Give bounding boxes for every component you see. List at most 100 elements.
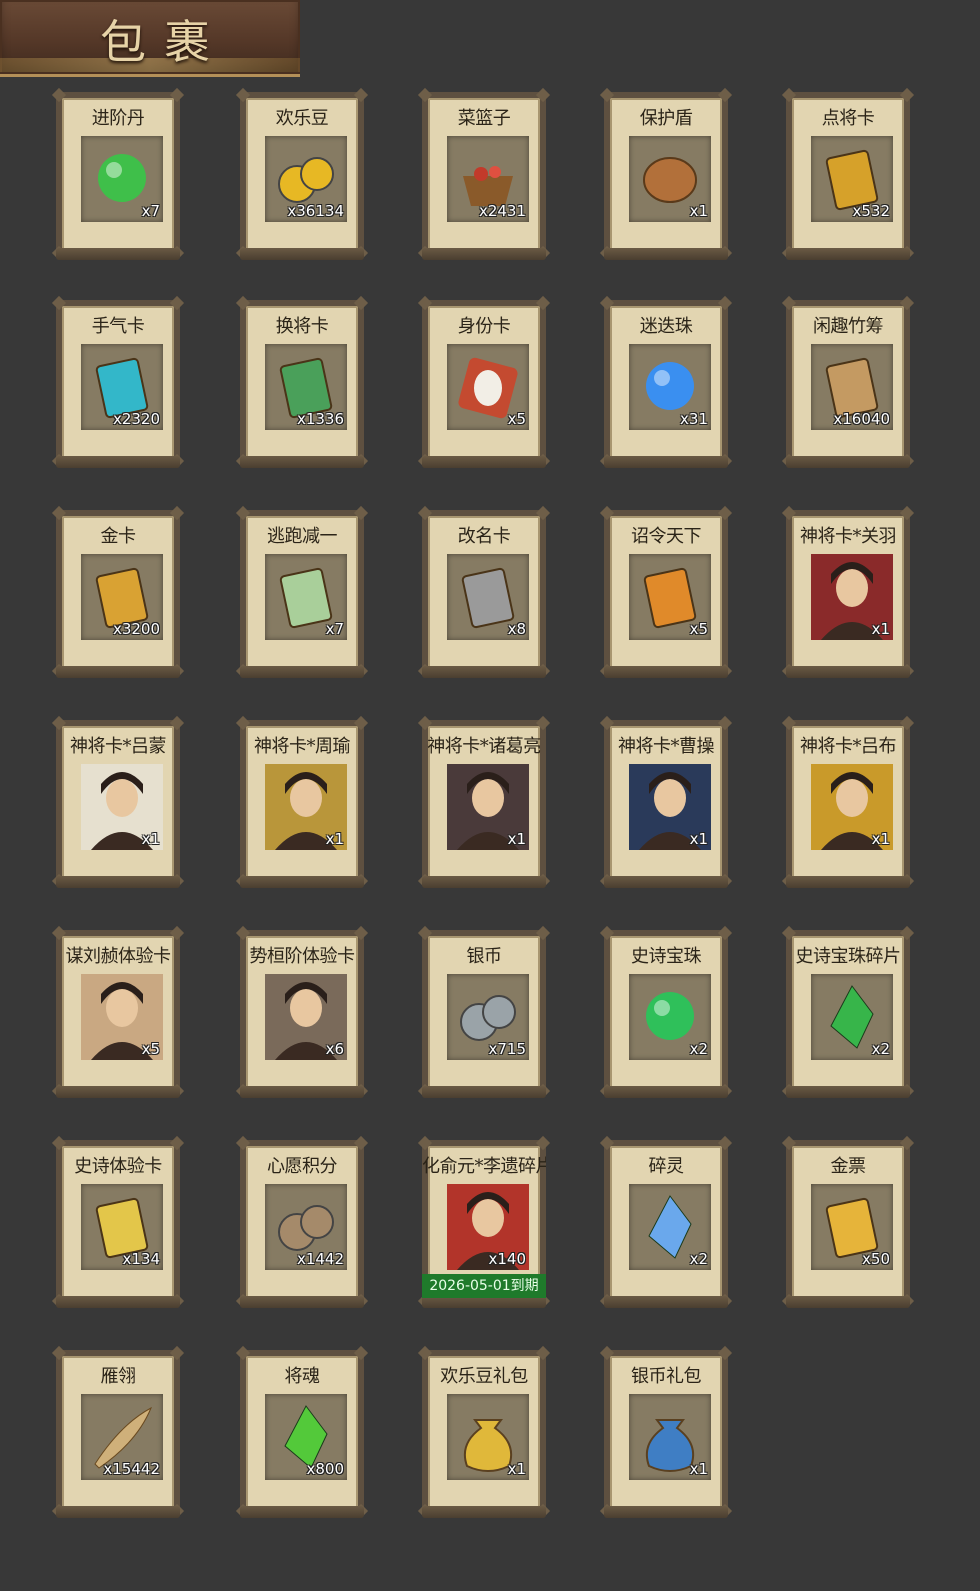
item-quantity: x8 xyxy=(507,620,526,638)
item-quantity: x3200 xyxy=(112,620,160,638)
item-name: 将魂 xyxy=(284,1366,321,1387)
item-quantity: x1 xyxy=(689,830,708,848)
expiry-badge: 2026-05-01到期 xyxy=(422,1274,546,1298)
huan-jie-portrait-icon: x6 xyxy=(265,974,347,1060)
card-corner-ornament xyxy=(353,715,369,731)
card-corner-ornament xyxy=(599,87,615,103)
item-card[interactable]: 史诗体验卡 x134 xyxy=(51,1135,185,1309)
item-card[interactable]: 势桓阶体验卡 x6 xyxy=(235,925,369,1099)
item-card[interactable]: 雁翎 x15442 xyxy=(51,1345,185,1519)
item-card[interactable]: 身份卡 x5 xyxy=(417,295,551,469)
item-name: 谋刘赪体验卡 xyxy=(65,946,172,967)
card-corner-ornament xyxy=(599,505,615,521)
item-quantity: x1 xyxy=(871,620,890,638)
card-corner-ornament xyxy=(417,87,433,103)
item-card[interactable]: 碎灵 x2 xyxy=(599,1135,733,1309)
item-card[interactable]: 神将卡*诸葛亮 x1 xyxy=(417,715,551,889)
item-card[interactable]: 诏令天下 x5 xyxy=(599,505,733,679)
bamboo-tally-icon: x16040 xyxy=(811,344,893,430)
item-card[interactable]: 神将卡*曹操 x1 xyxy=(599,715,733,889)
card-corner-ornament xyxy=(781,715,797,731)
item-card[interactable]: 银币 x715 xyxy=(417,925,551,1099)
item-card[interactable]: 逃跑减一 x7 xyxy=(235,505,369,679)
item-card[interactable]: 神将卡*吕蒙 x1 xyxy=(51,715,185,889)
green-shard-icon: x2 xyxy=(811,974,893,1060)
item-card[interactable]: 将魂 x800 xyxy=(235,1345,369,1519)
item-quantity: x2 xyxy=(689,1040,708,1058)
green-gem-icon: x7 xyxy=(81,136,163,222)
card-base-frame xyxy=(56,248,180,260)
card-base-frame xyxy=(56,1296,180,1308)
item-card[interactable]: 欢乐豆 x36134 xyxy=(235,87,369,261)
card-corner-ornament xyxy=(717,87,733,103)
item-name: 心愿积分 xyxy=(267,1156,338,1177)
item-name: 史诗宝珠 xyxy=(631,946,702,967)
item-quantity: x1 xyxy=(507,1460,526,1478)
item-card[interactable]: 史诗宝珠 x2 xyxy=(599,925,733,1099)
card-corner-ornament xyxy=(235,715,251,731)
item-card[interactable]: 银币礼包 x1 xyxy=(599,1345,733,1519)
item-quantity: x715 xyxy=(488,1040,526,1058)
jade-tag-icon: x7 xyxy=(265,554,347,640)
item-card[interactable]: 心愿积分 x1442 xyxy=(235,1135,369,1309)
card-corner-ornament xyxy=(535,1135,551,1151)
item-card[interactable]: 点将卡 x532 xyxy=(781,87,915,261)
cao-cao-portrait-icon: x1 xyxy=(629,764,711,850)
card-base-frame xyxy=(240,248,364,260)
item-card[interactable]: 迷迭珠 x31 xyxy=(599,295,733,469)
item-card[interactable]: 进阶丹 x7 xyxy=(51,87,185,261)
item-card[interactable]: 手气卡 x2320 xyxy=(51,295,185,469)
item-card[interactable]: 菜篮子 x2431 xyxy=(417,87,551,261)
card-corner-ornament xyxy=(235,1135,251,1151)
card-base-frame xyxy=(422,456,546,468)
item-name: 银币礼包 xyxy=(631,1366,702,1387)
page-title: 包裹 xyxy=(100,15,228,69)
card-corner-ornament xyxy=(535,87,551,103)
card-corner-ornament xyxy=(781,295,797,311)
card-base-frame xyxy=(786,1296,910,1308)
card-corner-ornament xyxy=(169,295,185,311)
name-tag-icon: x8 xyxy=(447,554,529,640)
item-card[interactable]: 谋刘赪体验卡 x5 xyxy=(51,925,185,1099)
card-corner-ornament xyxy=(535,1345,551,1361)
item-card[interactable]: 换将卡 x1336 xyxy=(235,295,369,469)
item-card[interactable]: 保护盾 x1 xyxy=(599,87,733,261)
item-card[interactable]: 改名卡 x8 xyxy=(417,505,551,679)
card-base-frame xyxy=(56,666,180,678)
heart-coin-icon: x1442 xyxy=(265,1184,347,1270)
item-quantity: x2 xyxy=(689,1250,708,1268)
item-card[interactable]: 化俞元*李遗碎片 x140 2026-05-01到期 xyxy=(417,1135,551,1309)
item-name: 史诗体验卡 xyxy=(74,1156,162,1177)
item-card[interactable]: 神将卡*关羽 x1 xyxy=(781,505,915,679)
general-token-icon: x532 xyxy=(811,136,893,222)
card-corner-ornament xyxy=(717,1135,733,1151)
card-base-frame xyxy=(786,1086,910,1098)
item-card[interactable]: 神将卡*周瑜 x1 xyxy=(235,715,369,889)
round-shield-icon: x1 xyxy=(629,136,711,222)
item-card[interactable]: 金票 x50 xyxy=(781,1135,915,1309)
item-card[interactable]: 金卡 x3200 xyxy=(51,505,185,679)
item-name: 保护盾 xyxy=(639,108,693,129)
card-base-frame xyxy=(422,248,546,260)
item-quantity: x5 xyxy=(689,620,708,638)
green-orb-icon: x2 xyxy=(629,974,711,1060)
crystal-shard-icon: x2 xyxy=(629,1184,711,1270)
liu-cheng-portrait-icon: x5 xyxy=(81,974,163,1060)
zhou-yu-portrait-icon: x1 xyxy=(265,764,347,850)
card-base-frame xyxy=(604,1506,728,1518)
card-base-frame xyxy=(56,456,180,468)
card-corner-ornament xyxy=(599,295,615,311)
item-card[interactable]: 闲趣竹筹 x16040 xyxy=(781,295,915,469)
item-quantity: x134 xyxy=(122,1250,160,1268)
card-corner-ornament xyxy=(51,1345,67,1361)
gold-card-icon: x3200 xyxy=(81,554,163,640)
item-card[interactable]: 神将卡*吕布 x1 xyxy=(781,715,915,889)
item-card[interactable]: 史诗宝珠碎片 x2 xyxy=(781,925,915,1099)
item-card[interactable]: 欢乐豆礼包 x1 xyxy=(417,1345,551,1519)
item-name: 逃跑减一 xyxy=(267,526,338,547)
item-quantity: x532 xyxy=(852,202,890,220)
card-corner-ornament xyxy=(235,295,251,311)
card-corner-ornament xyxy=(535,925,551,941)
item-name: 神将卡*曹操 xyxy=(618,736,715,757)
gold-ticket-icon: x50 xyxy=(811,1184,893,1270)
